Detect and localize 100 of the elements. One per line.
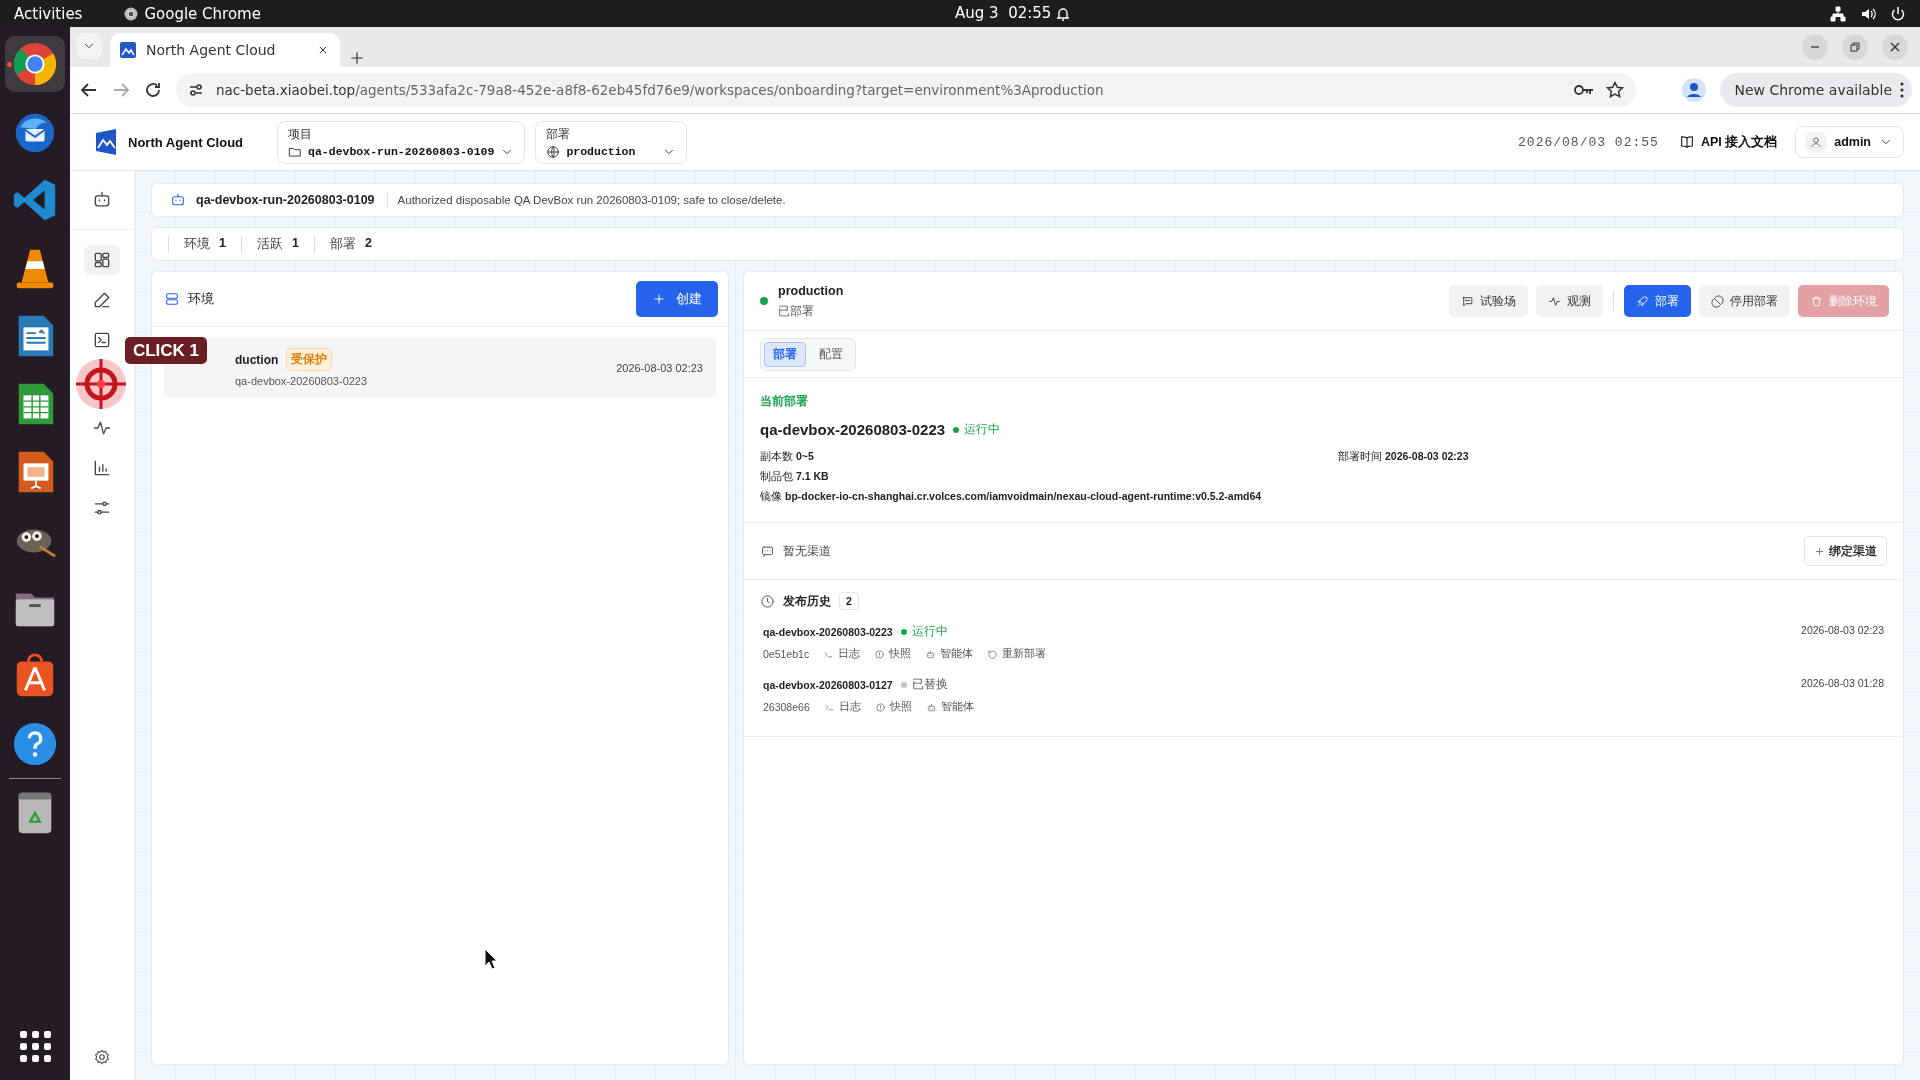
- stat-value: 2: [364, 235, 372, 252]
- robot-icon[interactable]: [92, 190, 112, 210]
- action-button[interactable]: 观测: [1536, 285, 1603, 317]
- history-link[interactable]: 智能体: [925, 647, 974, 661]
- count-badge: 2: [839, 592, 859, 610]
- history-link[interactable]: 重新部署: [987, 647, 1047, 661]
- selector-label: 项目: [288, 125, 314, 143]
- action-button[interactable]: 试验场: [1449, 285, 1528, 317]
- server-icon: [164, 291, 180, 307]
- power-icon[interactable]: [1890, 5, 1906, 22]
- environment-name: duction: [235, 352, 279, 367]
- project-description: Authorized disposable QA DevBox run 20260803-0109; safe to close/delete.: [397, 194, 786, 206]
- book-icon: [1678, 134, 1695, 150]
- restore-icon: [1850, 42, 1860, 52]
- more-icon: [1900, 82, 1904, 98]
- key-icon[interactable]: [1574, 83, 1595, 97]
- history-link[interactable]: 日志: [823, 700, 861, 714]
- trash-icon: [1810, 294, 1823, 308]
- brand-name: North Agent Cloud: [128, 134, 244, 150]
- environment-name: production: [778, 283, 844, 298]
- robot-icon: [925, 701, 937, 713]
- profile-icon[interactable]: [1682, 78, 1707, 102]
- clock[interactable]: Aug 3 02:55: [955, 4, 1052, 22]
- action-button[interactable]: 部署: [1624, 285, 1691, 317]
- commit-hash: 26308e66: [763, 701, 810, 713]
- clock-icon: [760, 593, 775, 609]
- project-name: qa-devbox-run-20260803-0109: [196, 193, 388, 207]
- restore-button[interactable]: [1842, 34, 1868, 60]
- user-icon: [1809, 135, 1824, 149]
- globe-icon: [546, 144, 561, 159]
- app-grid-icon[interactable]: [19, 1031, 51, 1062]
- history-link[interactable]: 快照: [874, 700, 912, 714]
- help-icon[interactable]: [11, 720, 59, 768]
- section-heading: 当前部署: [760, 394, 809, 409]
- action-button[interactable]: 停用部署: [1699, 285, 1790, 317]
- site-settings-icon[interactable]: [188, 82, 204, 98]
- protected-badge: 受保护: [286, 348, 333, 371]
- history-link[interactable]: 日志: [823, 647, 861, 661]
- release-name: qa-devbox-20260803-0127: [763, 678, 893, 691]
- tab[interactable]: 部署: [764, 341, 806, 367]
- info-icon: [874, 648, 886, 660]
- terminal-icon: [92, 330, 112, 350]
- app-name: Google Chrome: [144, 4, 261, 23]
- project-selector[interactable]: 项目 qa-devbox-run-20260803-0109: [277, 120, 526, 164]
- tab[interactable]: 配置: [810, 341, 852, 367]
- status-dot: [953, 426, 960, 433]
- browser-tab[interactable]: North Agent Cloud: [110, 33, 340, 67]
- crosshair-icon: [75, 358, 127, 410]
- message-icon: [760, 543, 775, 559]
- environment-status: 已部署: [778, 303, 815, 319]
- back-icon[interactable]: [80, 81, 98, 99]
- timestamp: 2026-08-03 02:23: [616, 361, 703, 374]
- timestamp: 2026-08-03 01:28: [1801, 677, 1884, 691]
- api-docs-link[interactable]: API 接入文档: [1678, 133, 1778, 151]
- release-name: qa-devbox-20260803-0223: [763, 625, 893, 638]
- stat-label: 部署: [329, 235, 356, 253]
- bar-chart-icon: [92, 458, 112, 478]
- status-dot: [760, 297, 768, 305]
- network-icon[interactable]: [1830, 5, 1846, 22]
- browser-icon[interactable]: [11, 40, 59, 88]
- minimize-icon: [1810, 46, 1820, 48]
- settings-icon[interactable]: [93, 1048, 111, 1066]
- panel-title: 环境: [188, 290, 214, 308]
- stop-icon: [1711, 294, 1724, 308]
- selector-value: production: [566, 145, 637, 158]
- info-icon: [874, 701, 886, 713]
- star-icon[interactable]: [1606, 81, 1625, 99]
- close-icon: [1890, 42, 1900, 52]
- bell-icon[interactable]: [1055, 6, 1071, 22]
- minimize-button[interactable]: [1802, 34, 1828, 60]
- dashboard-icon: [92, 250, 112, 270]
- pulse-icon: [1548, 294, 1561, 308]
- bind-channel-button[interactable]: 绑定渠道: [1804, 536, 1887, 566]
- activities-button[interactable]: Activities: [14, 4, 83, 23]
- close-button[interactable]: [1882, 34, 1908, 60]
- plus-icon: [1814, 545, 1825, 557]
- reload-icon[interactable]: [144, 81, 162, 99]
- field-text: 镜像 bp-docker-io-cn-shanghai.cr.volces.com/iamvoidmain/nexau-cloud-agent-runtime:v0.5.2-amd64: [760, 490, 1263, 504]
- commit-hash: 0e51eb1c: [763, 648, 810, 660]
- create-button[interactable]: 创建: [636, 281, 718, 317]
- selector-label: 部署: [546, 125, 572, 143]
- robot-icon: [925, 648, 937, 660]
- running-dot: [7, 62, 12, 67]
- new-tab-icon[interactable]: [348, 49, 366, 67]
- nav-item[interactable]: [84, 245, 120, 275]
- history-link[interactable]: 智能体: [925, 700, 974, 714]
- empty-channels-text: 暂无渠道: [783, 543, 831, 559]
- deployment-status: 运行中: [964, 422, 1001, 437]
- click-label: CLICK 1: [125, 337, 207, 364]
- stat-value: 1: [291, 235, 299, 252]
- update-button[interactable]: New Chrome available: [1720, 73, 1912, 107]
- history-link[interactable]: 快照: [874, 647, 912, 661]
- mouse-pointer-icon: [484, 948, 498, 970]
- stat-label: 环境: [184, 235, 210, 253]
- user-menu[interactable]: admin: [1795, 126, 1904, 158]
- deployment-selector[interactable]: 部署 production: [535, 120, 688, 164]
- refresh-icon: [987, 648, 999, 660]
- section-heading: 发布历史: [783, 593, 831, 609]
- pencil-icon: [92, 290, 112, 310]
- stat-label: 活跃: [256, 235, 283, 253]
